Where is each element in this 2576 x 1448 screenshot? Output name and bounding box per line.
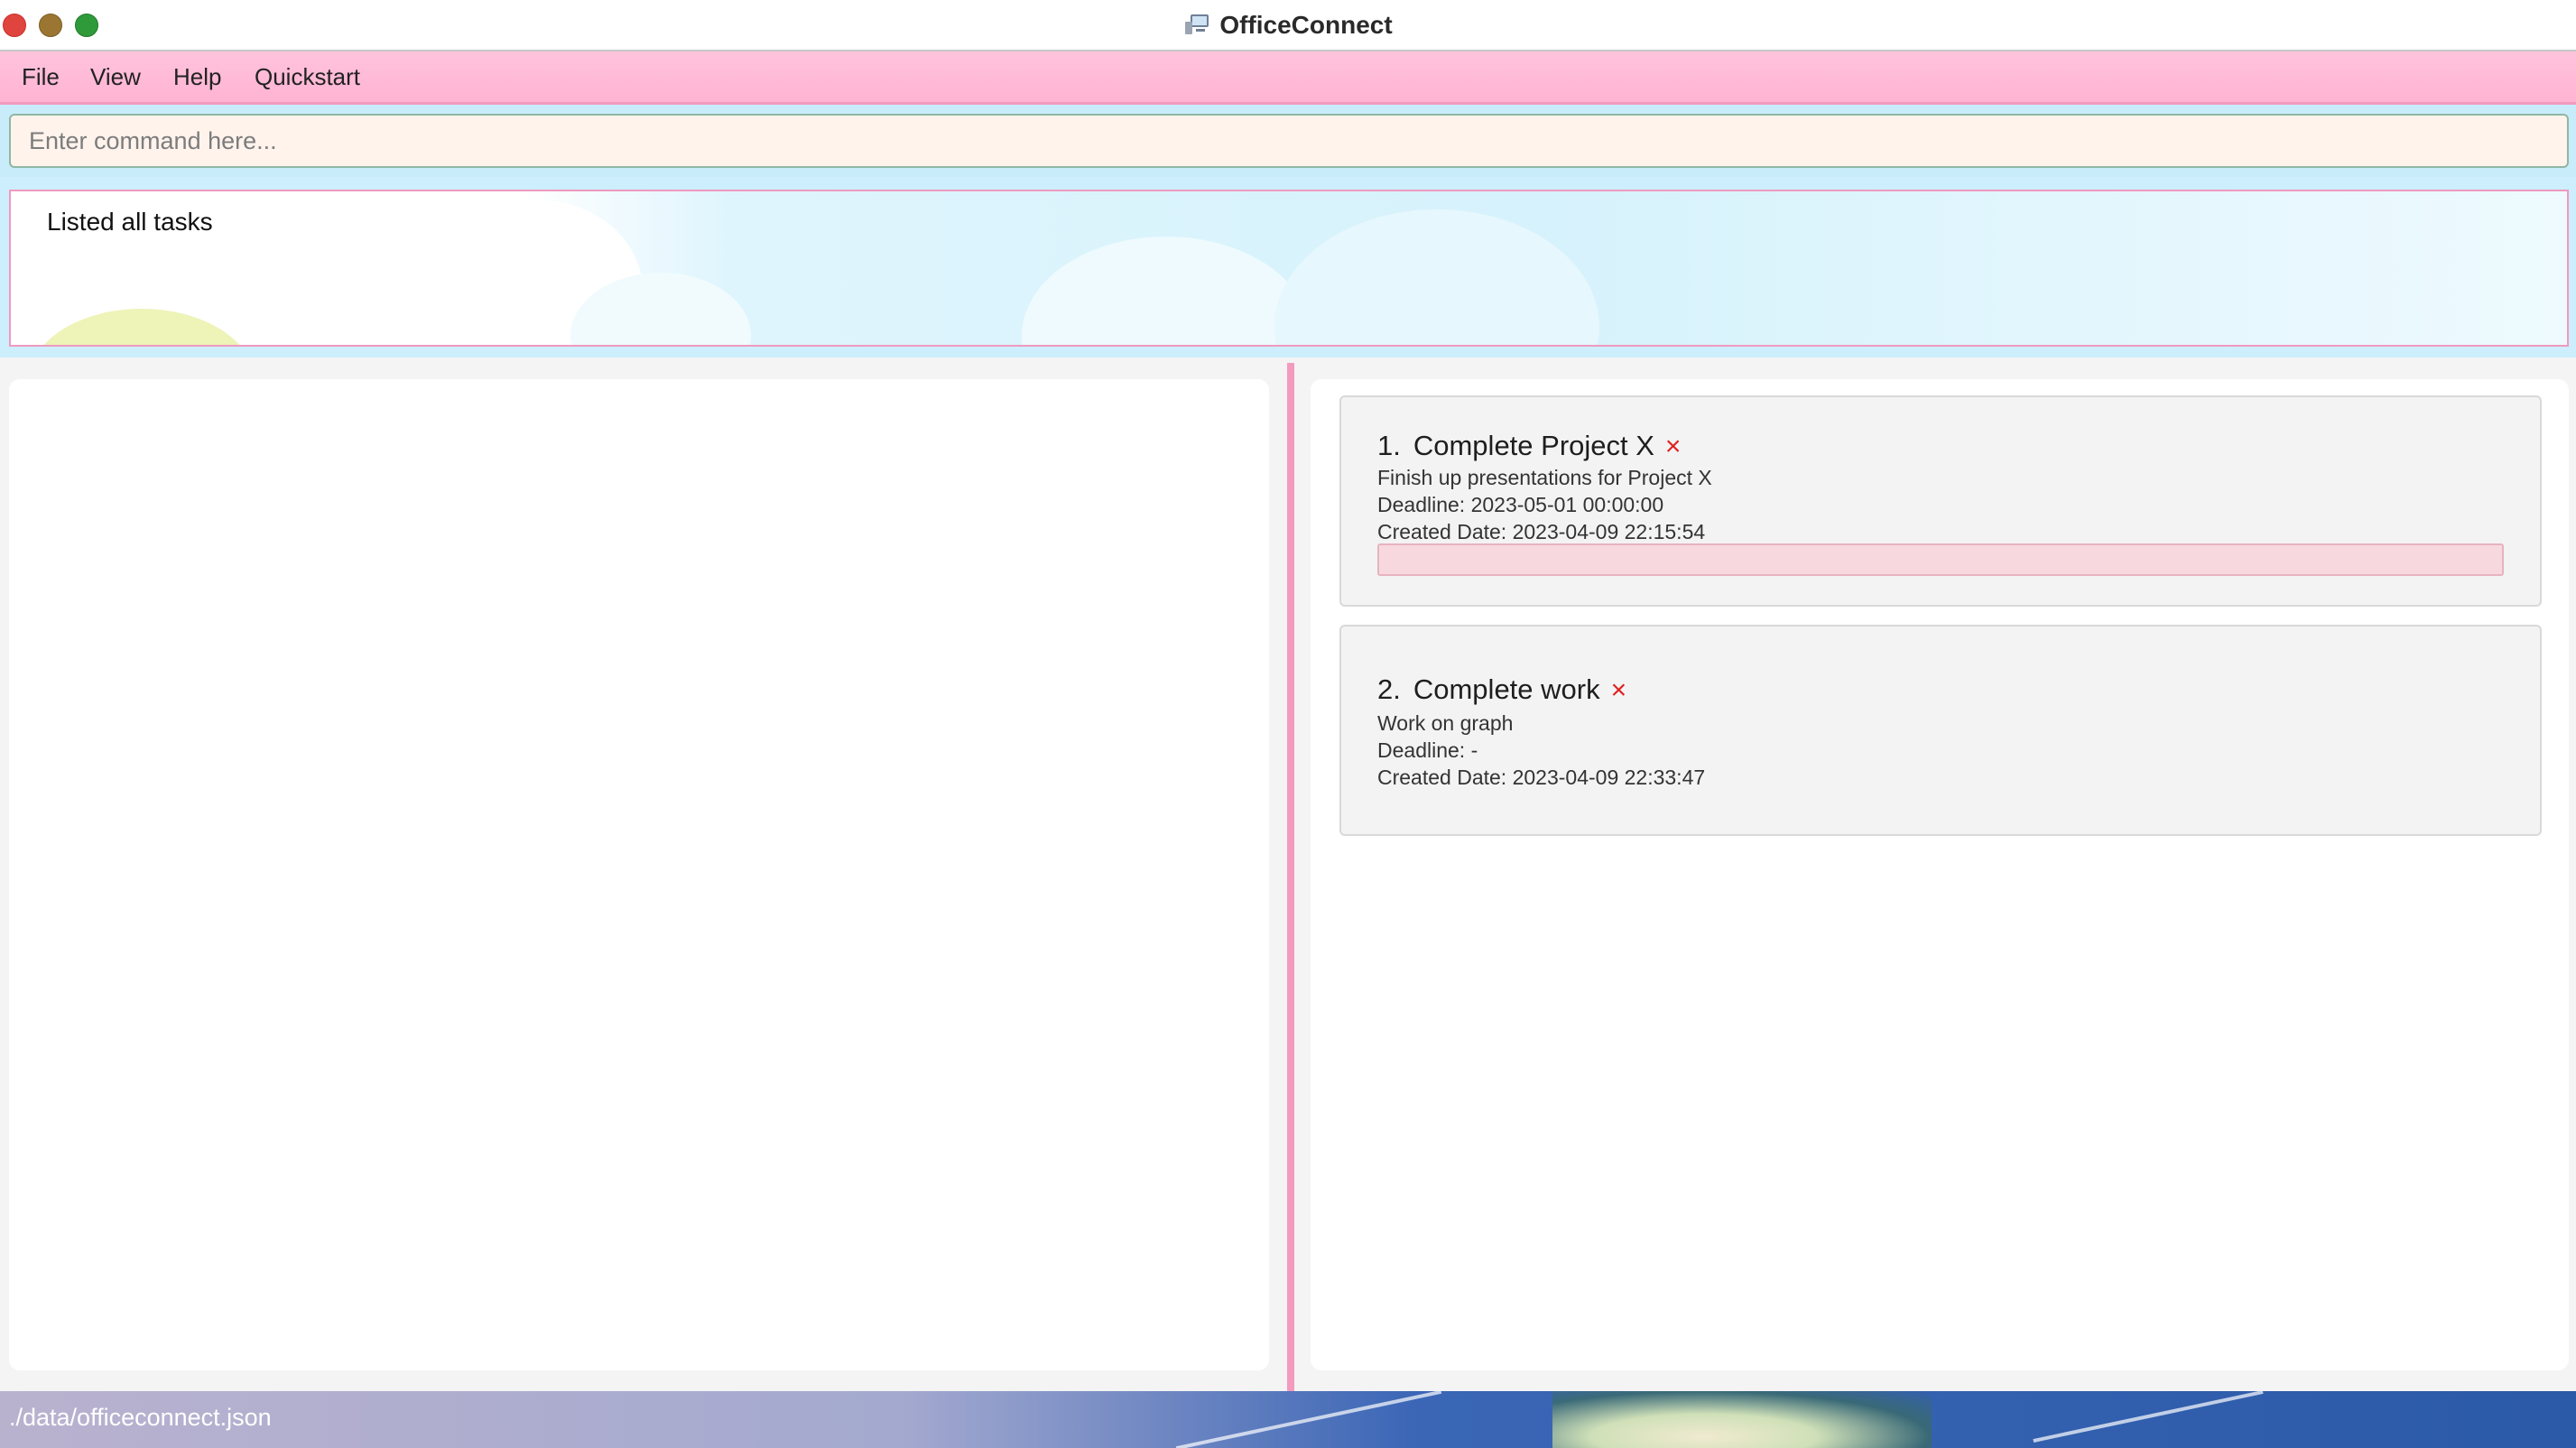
result-display-container: Listed all tasks	[0, 177, 2576, 357]
status-bar: ./data/officeconnect.json	[0, 1391, 2576, 1448]
task-description: Finish up presentations for Project X	[1377, 466, 1712, 489]
save-location-path: ./data/officeconnect.json	[9, 1404, 272, 1431]
split-pane-divider[interactable]	[1287, 363, 1294, 1391]
command-input[interactable]	[9, 114, 2569, 168]
result-display: Listed all tasks	[9, 190, 2569, 347]
task-description: Work on graph	[1377, 711, 1514, 735]
computer-icon	[1183, 13, 1210, 36]
task-created-date: Created Date: 2023-04-09 22:15:54	[1377, 520, 1706, 543]
task-title: Complete Project X	[1413, 430, 1654, 461]
result-message: Listed all tasks	[47, 208, 213, 236]
task-created-date: Created Date: 2023-04-09 22:33:47	[1377, 766, 1706, 789]
cloud-decoration	[1022, 237, 1311, 345]
status-bar-artwork	[1552, 1391, 1932, 1448]
task-list-panel[interactable]: 1. Complete Project X × Finish up presenta…	[1311, 379, 2569, 1370]
title-bar: OfficeConnect	[0, 0, 2576, 51]
incomplete-status-icon: ×	[1610, 675, 1627, 705]
hill-decoration	[29, 309, 255, 345]
left-list-panel[interactable]	[9, 379, 1269, 1370]
decoration-streak	[2033, 1391, 2264, 1443]
menu-help[interactable]: Help	[173, 63, 221, 91]
menu-file[interactable]: File	[22, 63, 60, 91]
task-progress-bar	[1377, 543, 2504, 576]
task-deadline: Deadline: 2023-05-01 00:00:00	[1377, 493, 1664, 516]
app-window: OfficeConnect File View Help Quickstart …	[0, 0, 2576, 1448]
task-deadline: Deadline: -	[1377, 738, 1478, 762]
menu-quickstart[interactable]: Quickstart	[255, 63, 360, 91]
task-title-row: 2. Complete work ×	[1377, 673, 1626, 706]
task-index: 2.	[1377, 673, 1401, 705]
main-content: 1. Complete Project X × Finish up presenta…	[0, 357, 2576, 1391]
task-card[interactable]: 2. Complete work × Work on graph Deadline:…	[1339, 625, 2542, 836]
task-title-row: 1. Complete Project X ×	[1377, 430, 1681, 462]
task-card[interactable]: 1. Complete Project X × Finish up presenta…	[1339, 395, 2542, 607]
cloud-decoration	[1274, 209, 1599, 345]
menu-bar: File View Help Quickstart	[0, 51, 2576, 105]
decoration-streak	[1175, 1391, 1442, 1448]
window-title-container: OfficeConnect	[0, 11, 2576, 40]
task-title: Complete work	[1413, 673, 1600, 705]
window-title: OfficeConnect	[1219, 11, 1393, 39]
incomplete-status-icon: ×	[1664, 432, 1682, 461]
menu-view[interactable]: View	[90, 63, 141, 91]
task-index: 1.	[1377, 430, 1401, 461]
command-box-container	[0, 105, 2576, 177]
